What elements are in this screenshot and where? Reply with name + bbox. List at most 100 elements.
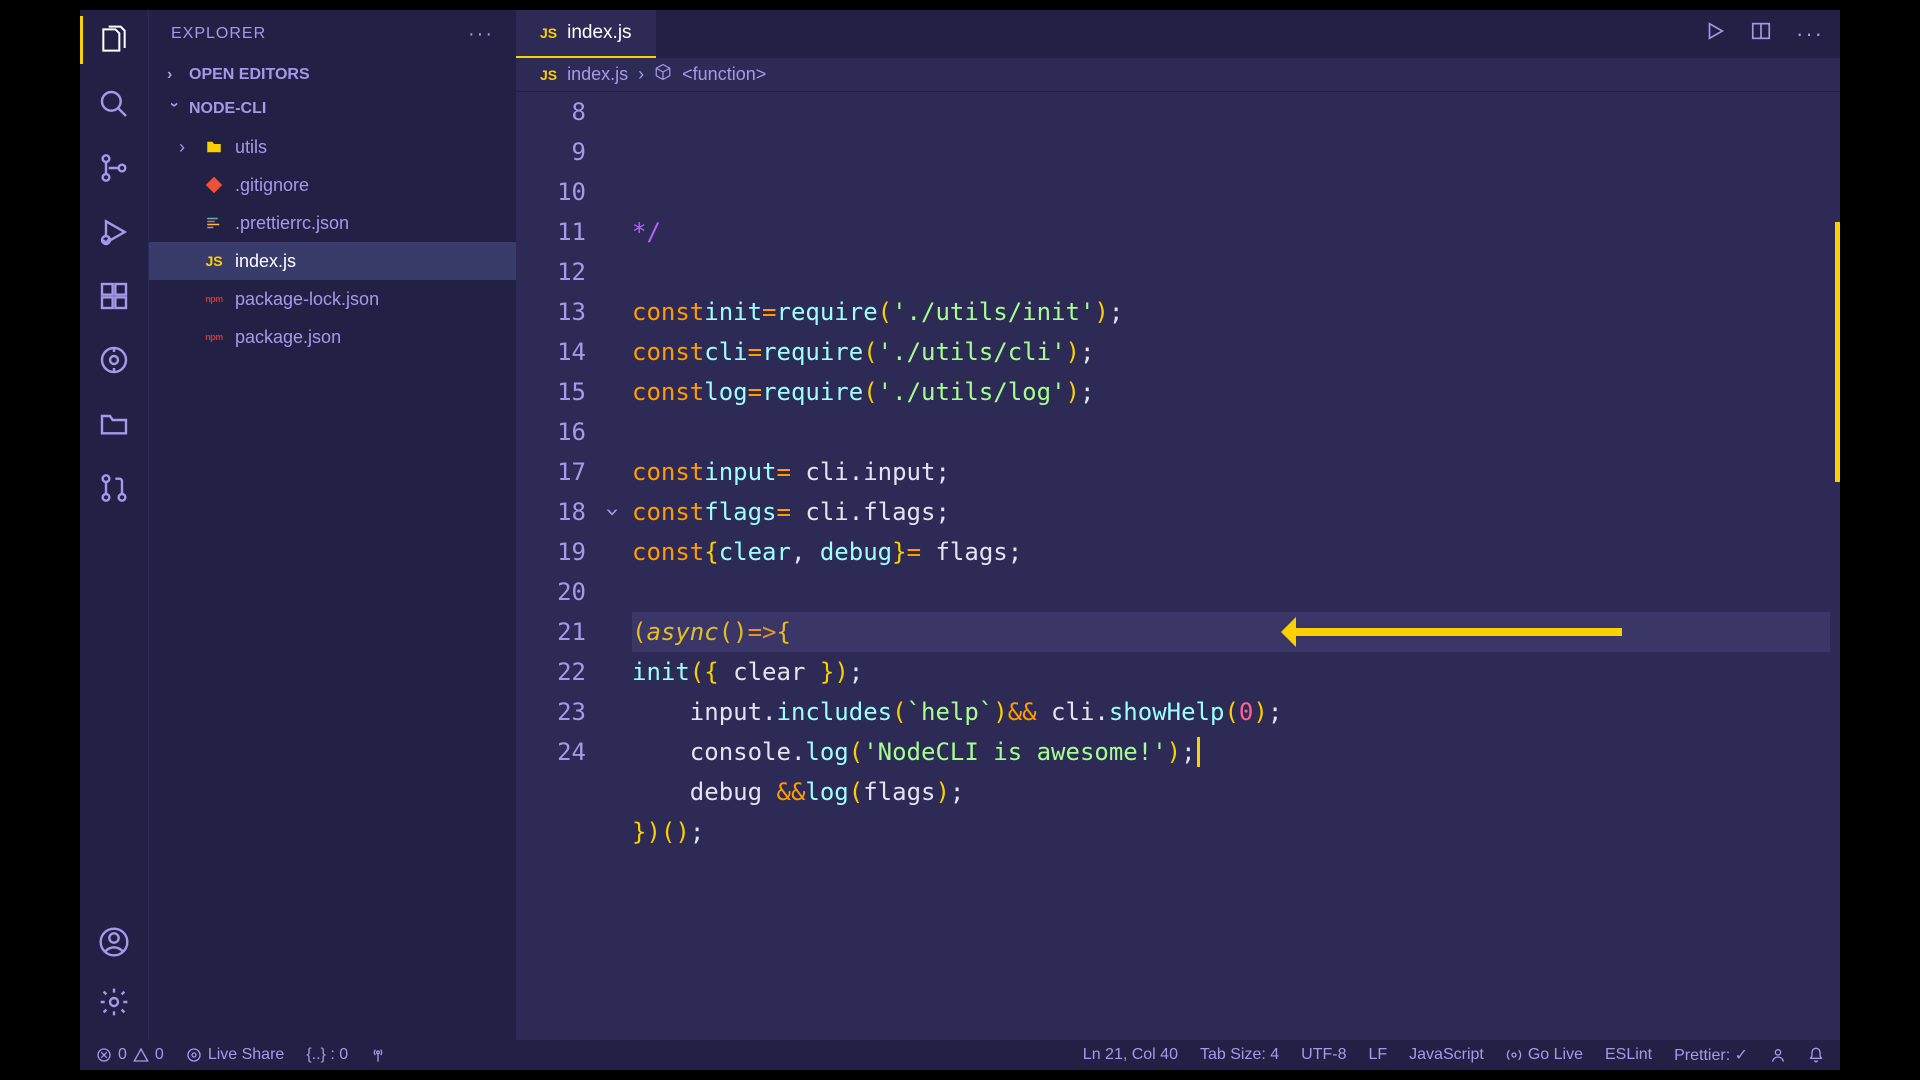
tab-index-js[interactable]: JS index.js <box>516 10 656 58</box>
line-number: 20 <box>516 572 586 612</box>
live-share-label: Live Share <box>208 1046 285 1064</box>
main-area: EXPLORER ··· › OPEN EDITORS › NODE-CLI ›… <box>80 10 1840 1040</box>
fold-cell <box>606 452 632 492</box>
status-radio-tower-icon[interactable] <box>370 1047 386 1063</box>
tree-item--prettierrc-json[interactable]: .prettierrc.json <box>149 204 516 242</box>
account-icon[interactable] <box>96 924 132 960</box>
pull-request-icon[interactable] <box>96 470 132 506</box>
status-prettier[interactable]: Prettier: ✓ <box>1674 1045 1748 1065</box>
line-number: 16 <box>516 412 586 452</box>
status-go-live[interactable]: Go Live <box>1506 1046 1583 1064</box>
extensions-icon[interactable] <box>96 278 132 314</box>
code-line[interactable]: const cli = require('./utils/cli'); <box>632 332 1840 372</box>
sidebar-more-icon[interactable]: ··· <box>468 23 494 46</box>
tree-item-label: package-lock.json <box>235 289 379 310</box>
code-line[interactable]: const log = require('./utils/log'); <box>632 372 1840 412</box>
status-live-share[interactable]: Live Share <box>186 1046 285 1064</box>
breadcrumb-file: index.js <box>567 64 628 85</box>
status-language[interactable]: JavaScript <box>1409 1046 1484 1064</box>
line-number: 15 <box>516 372 586 412</box>
code-line[interactable]: })(); <box>632 812 1840 852</box>
code-line[interactable]: input.includes(`help`) && cli.showHelp(0… <box>632 692 1840 732</box>
workspace-section[interactable]: › NODE-CLI <box>149 92 516 126</box>
code-line[interactable]: const input = cli.input; <box>632 452 1840 492</box>
settings-gear-icon[interactable] <box>96 984 132 1020</box>
js-file-icon: JS <box>203 250 225 272</box>
tree-item-package-json[interactable]: npmpackage.json <box>149 318 516 356</box>
run-icon[interactable] <box>1704 20 1726 48</box>
fold-cell <box>606 92 632 132</box>
prettier-file-icon <box>203 212 225 234</box>
line-number: 18 <box>516 492 586 532</box>
js-file-icon: JS <box>540 67 557 83</box>
tree-item--gitignore[interactable]: .gitignore <box>149 166 516 204</box>
tree-item-utils[interactable]: › utils <box>149 128 516 166</box>
tree-item-label: utils <box>235 137 267 158</box>
status-cursor-position[interactable]: Ln 21, Col 40 <box>1083 1046 1178 1064</box>
open-editors-section[interactable]: › OPEN EDITORS <box>149 58 516 92</box>
file-tree: › utils .gitignore .prettierrc.json JSindex.… <box>149 126 516 356</box>
fold-cell <box>606 172 632 212</box>
git-file-icon <box>203 174 225 196</box>
code-line[interactable] <box>632 572 1840 612</box>
sidebar-header: EXPLORER ··· <box>149 10 516 58</box>
code-editor[interactable]: 89101112131415161718192021222324 › */con… <box>516 92 1840 1040</box>
fold-cell <box>606 692 632 732</box>
code-line[interactable] <box>632 252 1840 292</box>
status-eol[interactable]: LF <box>1368 1046 1387 1064</box>
fold-cell <box>606 372 632 412</box>
explorer-icon[interactable] <box>96 22 132 58</box>
code-line[interactable]: */ <box>632 212 1840 252</box>
bracket-label: {..} : 0 <box>306 1046 348 1064</box>
code-line[interactable]: debug && log(flags); <box>632 772 1840 812</box>
chevron-down-icon: › <box>593 505 633 519</box>
status-eslint[interactable]: ESLint <box>1605 1046 1652 1064</box>
tree-item-package-lock-json[interactable]: npmpackage-lock.json <box>149 280 516 318</box>
source-control-icon[interactable] <box>96 150 132 186</box>
npm-file-icon: npm <box>203 326 225 348</box>
prettier-label: Prettier: ✓ <box>1674 1045 1748 1065</box>
tree-item-label: .prettierrc.json <box>235 213 349 234</box>
code-line[interactable] <box>632 852 1840 892</box>
gitlens-icon[interactable] <box>96 342 132 378</box>
search-icon[interactable] <box>96 86 132 122</box>
status-encoding[interactable]: UTF-8 <box>1301 1046 1346 1064</box>
code-line[interactable]: const init = require('./utils/init'); <box>632 292 1840 332</box>
split-editor-icon[interactable] <box>1750 20 1772 48</box>
line-number: 11 <box>516 212 586 252</box>
code-line[interactable] <box>632 412 1840 452</box>
line-number: 8 <box>516 92 586 132</box>
current-line-highlight <box>632 612 1830 652</box>
status-bar: 0 0 Live Share {..} : 0 Ln 21, Col 40 Ta… <box>80 1040 1840 1070</box>
status-problems[interactable]: 0 0 <box>96 1046 164 1064</box>
line-number: 19 <box>516 532 586 572</box>
status-tab-size[interactable]: Tab Size: 4 <box>1200 1046 1279 1064</box>
code-line[interactable]: console.log('NodeCLI is awesome!'); <box>632 732 1840 772</box>
tree-item-index-js[interactable]: JSindex.js <box>149 242 516 280</box>
status-bracket[interactable]: {..} : 0 <box>306 1046 348 1064</box>
code-line[interactable]: init({ clear }); <box>632 652 1840 692</box>
breadcrumb[interactable]: JS index.js › <function> <box>516 58 1840 92</box>
activity-bar <box>80 10 148 1040</box>
fold-cell <box>606 292 632 332</box>
code-body[interactable]: */const init = require('./utils/init');c… <box>632 92 1840 1040</box>
breadcrumb-separator-icon: › <box>638 64 644 85</box>
folder-icon[interactable] <box>96 406 132 442</box>
editor-more-icon[interactable]: ··· <box>1796 21 1824 47</box>
chevron-right-icon: › <box>167 66 181 84</box>
code-line[interactable]: const flags = cli.flags; <box>632 492 1840 532</box>
tab-label: index.js <box>567 22 631 44</box>
language-label: JavaScript <box>1409 1046 1484 1064</box>
vscode-window: EXPLORER ··· › OPEN EDITORS › NODE-CLI ›… <box>80 10 1840 1070</box>
open-editors-label: OPEN EDITORS <box>189 66 310 84</box>
fold-cell[interactable]: › <box>606 492 632 532</box>
symbol-function-icon <box>654 63 672 86</box>
line-number: 14 <box>516 332 586 372</box>
code-line[interactable]: const { clear, debug } = flags; <box>632 532 1840 572</box>
chevron-right-icon: › <box>179 137 193 158</box>
line-number: 12 <box>516 252 586 292</box>
status-bell-icon[interactable] <box>1808 1047 1824 1063</box>
status-feedback-icon[interactable] <box>1770 1047 1786 1063</box>
run-debug-icon[interactable] <box>96 214 132 250</box>
fold-cell <box>606 412 632 452</box>
